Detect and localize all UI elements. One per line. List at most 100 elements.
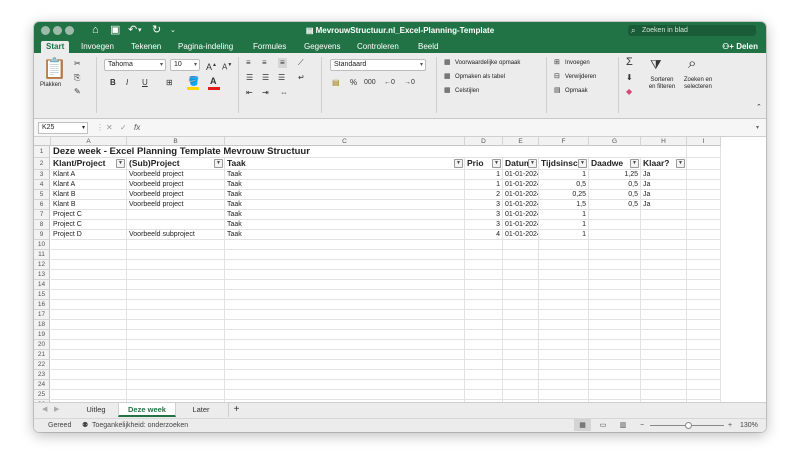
text-orientation-icon[interactable]: ⟋ [298, 58, 304, 68]
cell[interactable] [641, 146, 687, 158]
cell[interactable] [225, 300, 465, 310]
filter-dropdown-button[interactable]: ▼ [454, 159, 463, 168]
cell[interactable] [589, 300, 641, 310]
table-cell[interactable]: 1,25 [589, 170, 641, 180]
table-cell[interactable] [641, 230, 687, 240]
cell[interactable] [127, 260, 225, 270]
cancel-entry-icon[interactable]: ✕ [106, 123, 113, 133]
accounting-format-icon[interactable]: ▤ [332, 78, 340, 88]
cell[interactable] [127, 310, 225, 320]
row-header-23[interactable]: 23 [34, 370, 50, 380]
cell[interactable] [465, 310, 503, 320]
cell[interactable] [503, 390, 539, 400]
sort-filter-icon[interactable]: ⧩ [650, 58, 662, 72]
table-cell[interactable]: Voorbeeld project [127, 200, 225, 210]
column-header-f[interactable]: F [539, 137, 589, 146]
row-header-21[interactable]: 21 [34, 350, 50, 360]
tab-controleren[interactable]: Controleren [357, 41, 399, 53]
row-header-15[interactable]: 15 [34, 290, 50, 300]
cell[interactable] [503, 330, 539, 340]
table-cell[interactable]: Taak [225, 180, 465, 190]
cell[interactable] [641, 360, 687, 370]
cell[interactable] [51, 360, 127, 370]
cell[interactable] [589, 240, 641, 250]
cell[interactable] [589, 350, 641, 360]
cell[interactable] [127, 350, 225, 360]
format-table-icon[interactable]: ▦ [444, 72, 451, 82]
row-header-17[interactable]: 17 [34, 310, 50, 320]
table-cell[interactable]: 0,5 [589, 190, 641, 200]
cell[interactable] [641, 340, 687, 350]
table-cell[interactable]: 01-01-2024 [503, 230, 539, 240]
cell[interactable] [225, 310, 465, 320]
increase-indent-icon[interactable]: ⇥ [262, 88, 269, 98]
cell[interactable] [589, 390, 641, 400]
row-header-11[interactable]: 11 [34, 250, 50, 260]
cell[interactable] [539, 330, 589, 340]
find-select-button[interactable]: Zoeken en selecteren [680, 77, 716, 91]
cell[interactable] [503, 240, 539, 250]
table-cell[interactable] [127, 210, 225, 220]
cell[interactable] [503, 370, 539, 380]
table-cell[interactable] [127, 220, 225, 230]
cell[interactable] [51, 300, 127, 310]
table-cell[interactable]: Voorbeeld subproject [127, 230, 225, 240]
cell[interactable] [641, 330, 687, 340]
column-header-e[interactable]: E [503, 137, 539, 146]
cell[interactable] [225, 350, 465, 360]
increase-decimal-icon[interactable]: ←0 [384, 78, 395, 88]
cell[interactable] [539, 370, 589, 380]
sheet-tab-deze-week[interactable]: Deze week [118, 403, 176, 417]
decrease-indent-icon[interactable]: ⇤ [246, 88, 253, 98]
table-cell[interactable] [589, 220, 641, 230]
table-cell[interactable] [589, 210, 641, 220]
cell[interactable] [127, 300, 225, 310]
insert-cells-icon[interactable]: ⊞ [554, 58, 560, 68]
row-header-10[interactable]: 10 [34, 240, 50, 250]
cell[interactable] [589, 380, 641, 390]
table-cell[interactable]: Ja [641, 180, 687, 190]
tab-start[interactable]: Start [41, 41, 70, 53]
filter-dropdown-button[interactable]: ▼ [492, 159, 501, 168]
find-select-icon[interactable]: ⌕ [688, 56, 696, 72]
column-header-a[interactable]: A [51, 137, 127, 146]
table-cell[interactable]: Taak [225, 220, 465, 230]
cell[interactable] [127, 390, 225, 400]
table-cell[interactable]: 2 [465, 190, 503, 200]
cell[interactable] [51, 270, 127, 280]
cell[interactable] [51, 290, 127, 300]
scroll-tabs-right-icon[interactable]: ▶ [54, 405, 59, 415]
fill-icon[interactable]: ⬇ [626, 73, 633, 83]
cell[interactable] [225, 360, 465, 370]
cell[interactable] [687, 340, 721, 350]
tab-invoegen[interactable]: Invoegen [81, 41, 114, 53]
row-header-24[interactable]: 24 [34, 380, 50, 390]
cell[interactable] [503, 350, 539, 360]
cell[interactable] [51, 390, 127, 400]
share-button[interactable]: ⚇+ Delen [722, 41, 758, 53]
sheet-tab-later[interactable]: Later [180, 403, 222, 417]
cell[interactable] [641, 320, 687, 330]
cell[interactable] [641, 390, 687, 400]
cell[interactable] [687, 360, 721, 370]
cell[interactable] [127, 290, 225, 300]
table-cell[interactable]: Project C [51, 220, 127, 230]
table-cell[interactable]: 3 [465, 210, 503, 220]
row-header-7[interactable]: 7 [34, 210, 50, 220]
cell-styles-button[interactable]: Celstijlen [455, 88, 479, 95]
table-cell[interactable]: 0,25 [539, 190, 589, 200]
cell[interactable] [539, 260, 589, 270]
table-cell[interactable]: Taak [225, 200, 465, 210]
align-left-icon[interactable]: ☰ [246, 73, 253, 83]
cell[interactable] [127, 250, 225, 260]
name-box[interactable]: K25 ▾ [38, 122, 88, 134]
cell[interactable] [51, 350, 127, 360]
table-cell[interactable]: 01-01-2024 [503, 180, 539, 190]
cell[interactable] [641, 250, 687, 260]
cut-icon[interactable]: ✂ [74, 59, 81, 69]
spreadsheet-grid[interactable]: A B C D E F G H I 1 2 3 4 5 6 7 8 9 10 11 12 13 14 15 16 17 18 19 20… [34, 137, 766, 402]
cell[interactable] [539, 270, 589, 280]
column-header-d[interactable]: D [465, 137, 503, 146]
table-cell[interactable]: Taak [225, 190, 465, 200]
cell[interactable] [589, 370, 641, 380]
